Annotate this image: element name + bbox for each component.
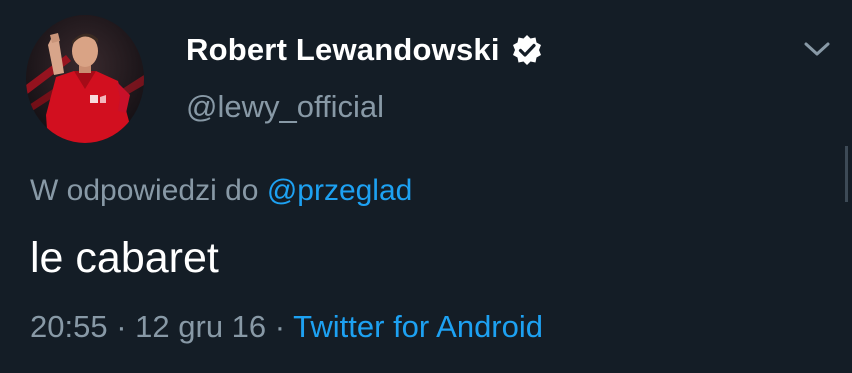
- avatar[interactable]: [26, 15, 144, 143]
- verified-badge-icon: [510, 33, 544, 67]
- tweet-text: le cabaret: [30, 234, 219, 282]
- chevron-down-icon[interactable]: [801, 36, 833, 62]
- tweet-time[interactable]: 20:55: [30, 309, 108, 344]
- reply-prefix: W odpowiedzi do: [30, 174, 259, 207]
- display-name-row[interactable]: Robert Lewandowski: [186, 30, 544, 70]
- tweet-card: Robert Lewandowski @lewy_official W odpo…: [0, 0, 852, 373]
- display-name[interactable]: Robert Lewandowski: [186, 32, 500, 68]
- user-handle[interactable]: @lewy_official: [186, 89, 384, 125]
- meta-separator: ·: [116, 309, 127, 344]
- avatar-photo: [26, 15, 144, 143]
- tweet-source-link[interactable]: Twitter for Android: [293, 309, 543, 344]
- meta-separator: ·: [274, 309, 286, 344]
- reply-context: W odpowiedzi do @przeglad: [30, 174, 412, 208]
- scroll-indicator: [845, 146, 848, 202]
- tweet-meta: 20:55 · 12 gru 16 · Twitter for Android: [30, 309, 543, 345]
- tweet-date[interactable]: 12 gru 16: [135, 309, 266, 344]
- reply-mention-link[interactable]: @przeglad: [267, 174, 413, 207]
